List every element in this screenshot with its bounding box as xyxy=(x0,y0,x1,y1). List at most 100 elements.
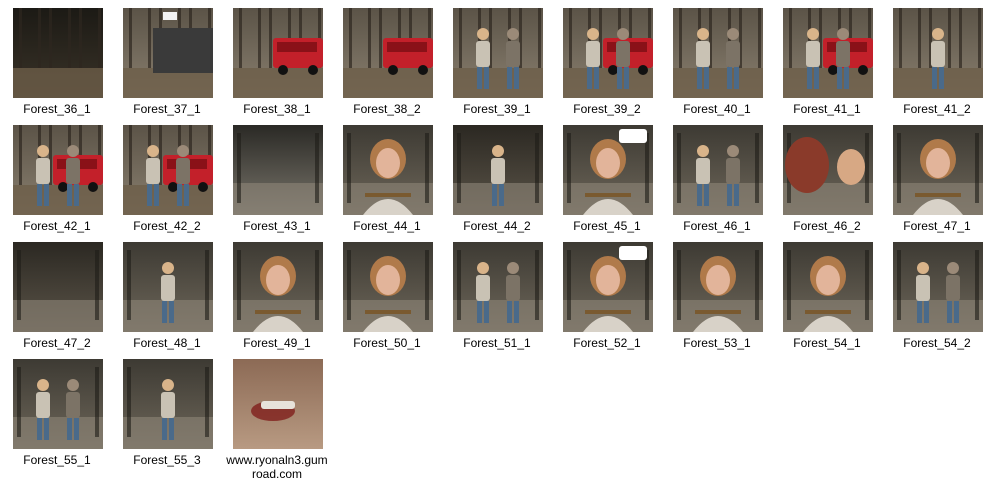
file-thumbnail[interactable] xyxy=(233,242,323,332)
file-name-label: Forest_42_2 xyxy=(133,219,201,233)
file-thumbnail[interactable] xyxy=(453,8,543,98)
file-thumbnail[interactable] xyxy=(673,242,763,332)
thumbnail-image xyxy=(563,125,653,215)
thumbnail-image xyxy=(343,8,433,98)
file-thumbnail[interactable] xyxy=(563,242,653,332)
file-item[interactable]: Forest_54_1 xyxy=(775,242,879,354)
file-name-label: Forest_54_2 xyxy=(903,336,971,350)
file-thumbnail[interactable] xyxy=(893,125,983,215)
file-thumbnail[interactable] xyxy=(13,125,103,215)
file-item[interactable]: Forest_51_1 xyxy=(445,242,549,354)
file-item[interactable]: Forest_47_1 xyxy=(885,125,989,237)
file-thumbnail[interactable] xyxy=(13,242,103,332)
file-name-label: Forest_45_1 xyxy=(573,219,641,233)
file-item[interactable]: www.ryonaln3.gumroad.com xyxy=(225,359,329,481)
file-item[interactable]: Forest_52_1 xyxy=(555,242,659,354)
thumbnail-image xyxy=(233,359,323,449)
file-item[interactable]: Forest_44_2 xyxy=(445,125,549,237)
file-item[interactable]: Forest_49_1 xyxy=(225,242,329,354)
thumbnail-image xyxy=(893,125,983,215)
file-thumbnail[interactable] xyxy=(893,8,983,98)
file-name-label: Forest_46_2 xyxy=(793,219,861,233)
thumbnail-image xyxy=(233,125,323,215)
file-name-label: Forest_42_1 xyxy=(23,219,91,233)
file-name-label: Forest_52_1 xyxy=(573,336,641,350)
thumbnail-image xyxy=(233,242,323,332)
file-thumbnail-grid: Forest_36_1 Forest_37_1 Forest_38_1 Forest_… xyxy=(0,0,993,494)
file-thumbnail[interactable] xyxy=(343,242,433,332)
file-item[interactable]: Forest_47_2 xyxy=(5,242,109,354)
thumbnail-image xyxy=(453,242,543,332)
thumbnail-image xyxy=(893,8,983,98)
file-thumbnail[interactable] xyxy=(233,359,323,449)
file-item[interactable]: Forest_45_1 xyxy=(555,125,659,237)
file-thumbnail[interactable] xyxy=(123,242,213,332)
file-thumbnail[interactable] xyxy=(123,359,213,449)
file-thumbnail[interactable] xyxy=(893,242,983,332)
file-item[interactable]: Forest_38_2 xyxy=(335,8,439,120)
file-item[interactable]: Forest_37_1 xyxy=(115,8,219,120)
file-thumbnail[interactable] xyxy=(123,8,213,98)
thumbnail-image xyxy=(673,242,763,332)
file-name-label: Forest_55_1 xyxy=(23,453,91,467)
file-name-label: Forest_54_1 xyxy=(793,336,861,350)
file-item[interactable]: Forest_54_2 xyxy=(885,242,989,354)
file-name-label: Forest_41_1 xyxy=(793,102,861,116)
file-name-label: Forest_44_1 xyxy=(353,219,421,233)
thumbnail-image xyxy=(673,125,763,215)
thumbnail-image xyxy=(783,242,873,332)
file-thumbnail[interactable] xyxy=(233,125,323,215)
file-thumbnail[interactable] xyxy=(783,242,873,332)
file-name-label: Forest_49_1 xyxy=(243,336,311,350)
file-item[interactable]: Forest_55_1 xyxy=(5,359,109,471)
file-item[interactable]: Forest_38_1 xyxy=(225,8,329,120)
file-name-label: Forest_51_1 xyxy=(463,336,531,350)
file-item[interactable]: Forest_50_1 xyxy=(335,242,439,354)
thumbnail-image xyxy=(673,8,763,98)
file-item[interactable]: Forest_43_1 xyxy=(225,125,329,237)
file-thumbnail[interactable] xyxy=(123,125,213,215)
file-item[interactable]: Forest_39_1 xyxy=(445,8,549,120)
thumbnail-image xyxy=(343,242,433,332)
thumbnail-image xyxy=(893,242,983,332)
file-name-label: Forest_53_1 xyxy=(683,336,751,350)
file-thumbnail[interactable] xyxy=(13,359,103,449)
file-item[interactable]: Forest_44_1 xyxy=(335,125,439,237)
file-thumbnail[interactable] xyxy=(343,125,433,215)
file-thumbnail[interactable] xyxy=(673,8,763,98)
file-item[interactable]: Forest_40_1 xyxy=(665,8,769,120)
file-item[interactable]: Forest_41_2 xyxy=(885,8,989,120)
file-thumbnail[interactable] xyxy=(783,8,873,98)
file-name-label: Forest_50_1 xyxy=(353,336,421,350)
file-thumbnail[interactable] xyxy=(13,8,103,98)
file-thumbnail[interactable] xyxy=(233,8,323,98)
thumbnail-image xyxy=(343,125,433,215)
file-item[interactable]: Forest_46_1 xyxy=(665,125,769,237)
thumbnail-image xyxy=(233,8,323,98)
file-name-label: www.ryonaln3.gumroad.com xyxy=(226,453,328,481)
thumbnail-image xyxy=(123,242,213,332)
file-name-label: Forest_47_1 xyxy=(903,219,971,233)
file-item[interactable]: Forest_53_1 xyxy=(665,242,769,354)
file-thumbnail[interactable] xyxy=(783,125,873,215)
file-item[interactable]: Forest_36_1 xyxy=(5,8,109,120)
file-name-label: Forest_47_2 xyxy=(23,336,91,350)
file-item[interactable]: Forest_42_2 xyxy=(115,125,219,237)
file-thumbnail[interactable] xyxy=(343,8,433,98)
thumbnail-image xyxy=(453,8,543,98)
file-thumbnail[interactable] xyxy=(673,125,763,215)
file-item[interactable]: Forest_55_3 xyxy=(115,359,219,471)
file-thumbnail[interactable] xyxy=(563,8,653,98)
file-thumbnail[interactable] xyxy=(563,125,653,215)
file-thumbnail[interactable] xyxy=(453,125,543,215)
file-item[interactable]: Forest_39_2 xyxy=(555,8,659,120)
file-item[interactable]: Forest_42_1 xyxy=(5,125,109,237)
file-name-label: Forest_39_2 xyxy=(573,102,641,116)
file-item[interactable]: Forest_48_1 xyxy=(115,242,219,354)
file-name-label: Forest_55_3 xyxy=(133,453,201,467)
file-item[interactable]: Forest_41_1 xyxy=(775,8,879,120)
file-name-label: Forest_44_2 xyxy=(463,219,531,233)
file-name-label: Forest_43_1 xyxy=(243,219,311,233)
file-item[interactable]: Forest_46_2 xyxy=(775,125,879,237)
file-thumbnail[interactable] xyxy=(453,242,543,332)
